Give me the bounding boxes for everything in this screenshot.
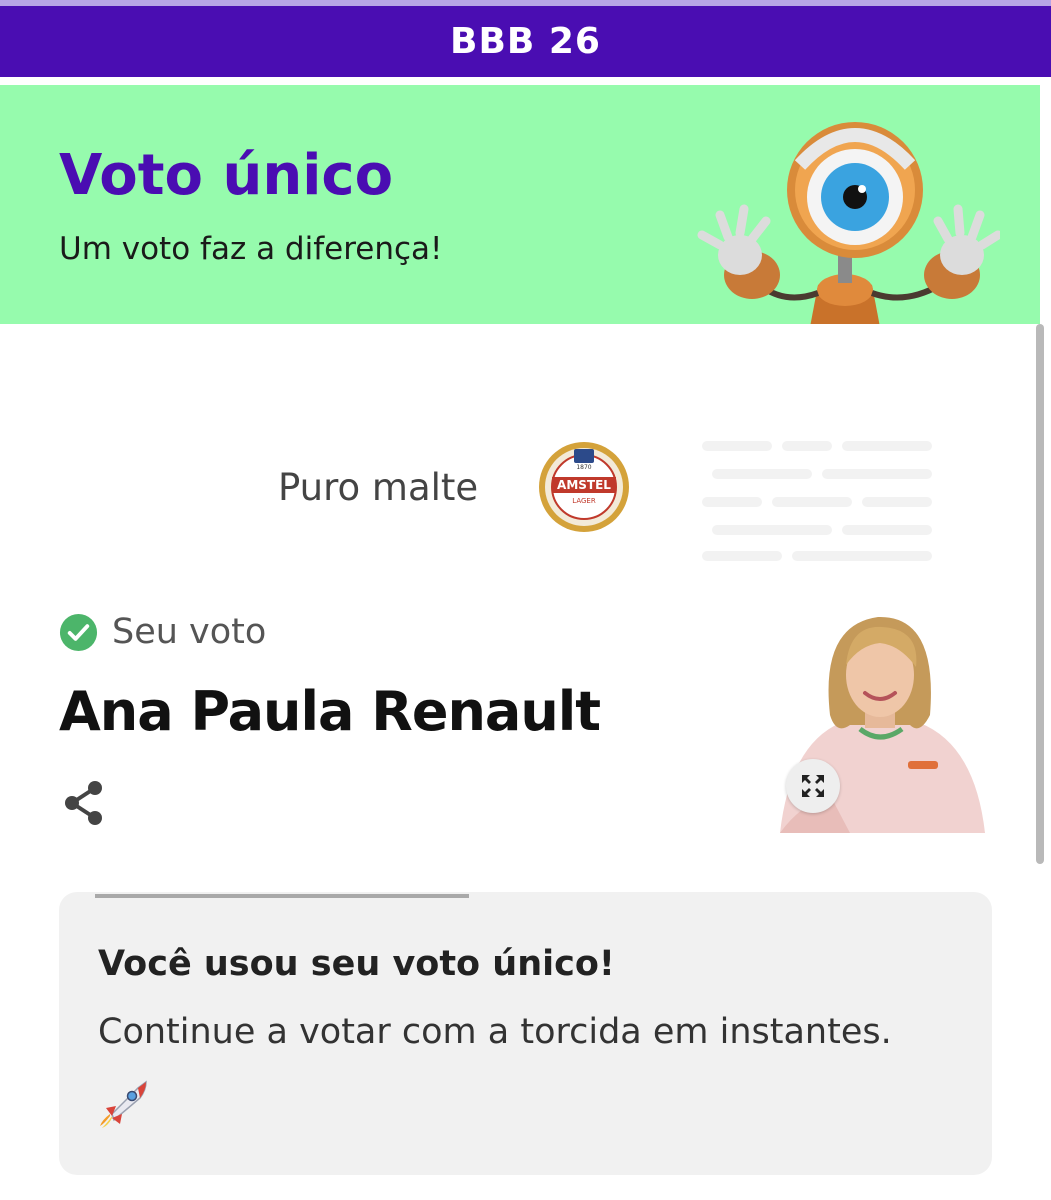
app-title: BBB 26 [450, 21, 601, 62]
notice-message: Continue a votar com a torcida em instan… [98, 1012, 892, 1052]
header-divider [0, 77, 1051, 85]
share-icon[interactable] [62, 780, 106, 826]
hero-subtitle: Um voto faz a diferença! [59, 231, 443, 267]
logo-subtext: LAGER [572, 497, 596, 505]
rocket-icon [100, 1080, 147, 1128]
sponsor-label: Puro malte [278, 466, 479, 509]
top-bar: BBB 26 [0, 6, 1051, 77]
amstel-logo: 1870 AMSTEL LAGER [539, 442, 629, 532]
logo-text: AMSTEL [557, 478, 611, 492]
hero-title: Voto único [59, 143, 394, 208]
vote-status-label: Seu voto [112, 612, 267, 652]
card-progress-bar [95, 894, 469, 898]
candidate-name: Ana Paula Renault [59, 680, 601, 743]
logo-year: 1870 [576, 464, 591, 471]
expand-icon [802, 775, 824, 797]
hero-banner: Voto único Um voto faz a diferença! [0, 85, 1040, 324]
expand-photo-button[interactable] [786, 759, 840, 813]
big-brother-eye-mascot [697, 122, 1000, 324]
scrollbar[interactable] [1036, 324, 1044, 864]
check-circle-icon [59, 613, 98, 652]
notice-title: Você usou seu voto único! [98, 944, 615, 984]
faded-sponsor-graphic [702, 441, 932, 561]
